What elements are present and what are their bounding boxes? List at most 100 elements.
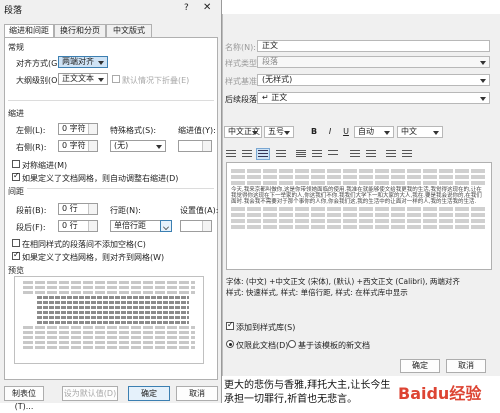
decrease-indent-icon[interactable] <box>386 150 396 158</box>
ok-button[interactable]: 确定 <box>128 386 170 401</box>
style-base-select[interactable]: (无样式) <box>257 74 490 86</box>
snap-to-grid-checkbox[interactable] <box>12 250 20 260</box>
preview-gray-line <box>231 181 487 185</box>
preview-current-line <box>37 311 189 314</box>
preview-current-line <box>37 301 189 304</box>
add-to-gallery-label: 添加到样式库(S) <box>236 323 296 332</box>
preview-current-line <box>37 316 189 319</box>
style-description-line1: 字体: (中文) +中文正文 (宋体), (默认) +西文正文 (Calibri… <box>226 277 460 286</box>
italic-button[interactable]: I <box>324 126 336 138</box>
document-text-line1: 更大的悲伤与香雅,拜托大主,让长今生 <box>224 380 391 391</box>
align-left-icon[interactable] <box>226 150 236 158</box>
line-spacing-15-icon[interactable] <box>312 150 322 158</box>
mirror-indent-checkbox[interactable] <box>12 160 20 168</box>
no-space-same-style-checkbox[interactable] <box>12 239 20 247</box>
space-before-icon[interactable] <box>350 150 360 158</box>
preview-current-line <box>37 306 189 309</box>
alignment-label: 对齐方式(G): <box>16 59 64 68</box>
style-next-select[interactable]: ↵ 正文 <box>257 92 490 104</box>
this-document-label: 仅限此文档(D) <box>236 341 289 350</box>
right-indent-input[interactable]: 0 字符 <box>58 140 98 152</box>
space-after-label: 段后(F): <box>16 223 46 232</box>
close-button[interactable]: ✕ <box>203 2 211 13</box>
snap-to-grid-label: 如果定义了文档网格，则对齐到网格(W) <box>22 253 165 262</box>
indent-by-label: 缩进值(Y): <box>178 126 216 135</box>
baidu-watermark: Baidu经验 <box>398 384 482 403</box>
auto-right-indent-checkbox[interactable] <box>12 171 20 181</box>
general-heading: 常规 <box>8 43 24 52</box>
space-after-icon[interactable] <box>366 150 376 158</box>
line-spacing-select[interactable]: 单倍行距 <box>110 220 166 232</box>
preview-gray-line <box>231 219 487 223</box>
preview-next-line <box>23 336 195 339</box>
language-select[interactable]: 中文 <box>397 126 443 138</box>
cancel-button[interactable]: 取消 <box>176 386 218 401</box>
preview-prev-line <box>23 291 195 294</box>
space-before-label: 段前(B): <box>16 206 47 215</box>
tabs-button[interactable]: 制表位(T)... <box>4 386 44 411</box>
mirror-indent-label: 对称缩进(M) <box>22 161 68 170</box>
space-before-input[interactable]: 0 行 <box>58 203 98 215</box>
font-name-select[interactable]: 中文正文 <box>224 126 262 138</box>
preview-gray-line <box>231 225 487 229</box>
tab-line-page-breaks[interactable]: 换行和分页(P) <box>54 24 106 47</box>
left-indent-label: 左侧(L): <box>16 126 46 135</box>
font-color-select[interactable]: 自动 <box>354 126 394 138</box>
this-document-radio[interactable] <box>226 340 234 348</box>
style-name-label: 名称(N): <box>225 43 256 52</box>
preview-gray-line <box>231 175 487 179</box>
line-spacing-single-icon[interactable] <box>296 150 306 158</box>
style-type-select: 段落 <box>257 56 490 68</box>
alignment-select[interactable]: 两端对齐 <box>58 56 108 68</box>
preview-next-line <box>23 326 195 329</box>
preview-next-line <box>23 346 195 349</box>
preview-prev-line <box>23 281 195 284</box>
line-spacing-dropdown-button[interactable] <box>160 220 172 232</box>
left-indent-input[interactable]: 0 字符 <box>58 123 98 135</box>
preview-heading: 预览 <box>8 265 27 276</box>
template-label: 基于该模板的新文档 <box>298 341 370 350</box>
preview-next-line <box>23 331 195 334</box>
special-indent-label: 特殊格式(S): <box>110 126 157 135</box>
space-after-input[interactable]: 0 行 <box>58 220 98 232</box>
preview-gray-line <box>231 213 487 217</box>
no-space-same-style-label: 在相同样式的段落间不添加空格(C) <box>22 240 146 249</box>
increase-indent-icon[interactable] <box>402 150 412 158</box>
outline-level-label: 大纲级别(O): <box>16 76 64 85</box>
preview-current-line <box>37 321 189 324</box>
line-spacing-double-icon[interactable] <box>328 150 338 158</box>
at-label: 设置值(A): <box>180 206 219 215</box>
align-center-icon[interactable] <box>242 150 252 158</box>
auto-right-indent-label: 如果定义了文档网格，则自动调整右缩进(D) <box>22 174 179 183</box>
template-radio[interactable] <box>288 340 296 348</box>
bold-button[interactable]: B <box>308 126 320 138</box>
at-input[interactable] <box>180 220 212 232</box>
preview-sample-text: 今天,我来京都叫做你,这是你带领她面临的使用.我准在就能够使文给我更我的生活,我… <box>231 187 482 205</box>
preview-next-line <box>23 341 195 344</box>
align-justify-icon <box>258 150 268 158</box>
special-indent-select[interactable]: (无) <box>110 140 166 152</box>
font-size-select[interactable]: 五号 <box>264 126 294 138</box>
paragraph-toolbar <box>226 148 426 160</box>
style-description-line2: 样式: 快速样式, 样式: 单倍行距, 样式: 在样式库中显示 <box>226 288 408 297</box>
spacing-heading: 间距 <box>8 186 27 197</box>
collapse-default-label: 默认情况下折叠(E) <box>122 76 190 85</box>
tab-asian-typography[interactable]: 中文版式(H) <box>106 24 152 47</box>
indent-by-input[interactable] <box>178 140 212 152</box>
style-name-input[interactable]: 正文 <box>257 40 490 52</box>
style-dialog-titlebar <box>222 0 500 14</box>
chevron-down-icon <box>163 224 169 230</box>
preview-current-line <box>37 296 189 299</box>
underline-button[interactable]: U <box>340 126 352 138</box>
add-to-gallery-checkbox[interactable] <box>226 320 234 330</box>
style-ok-button[interactable]: 确定 <box>400 359 440 373</box>
outline-level-select[interactable]: 正文文本 <box>58 73 108 85</box>
preview-prev-line <box>23 286 195 289</box>
help-button[interactable]: ? <box>184 3 189 13</box>
right-indent-label: 右侧(R): <box>16 143 47 152</box>
set-default-button[interactable]: 设为默认值(D) <box>62 386 118 401</box>
align-right-icon[interactable] <box>276 150 286 158</box>
paragraph-preview <box>14 276 204 364</box>
style-cancel-button[interactable]: 取消 <box>446 359 486 373</box>
divider <box>8 100 214 101</box>
